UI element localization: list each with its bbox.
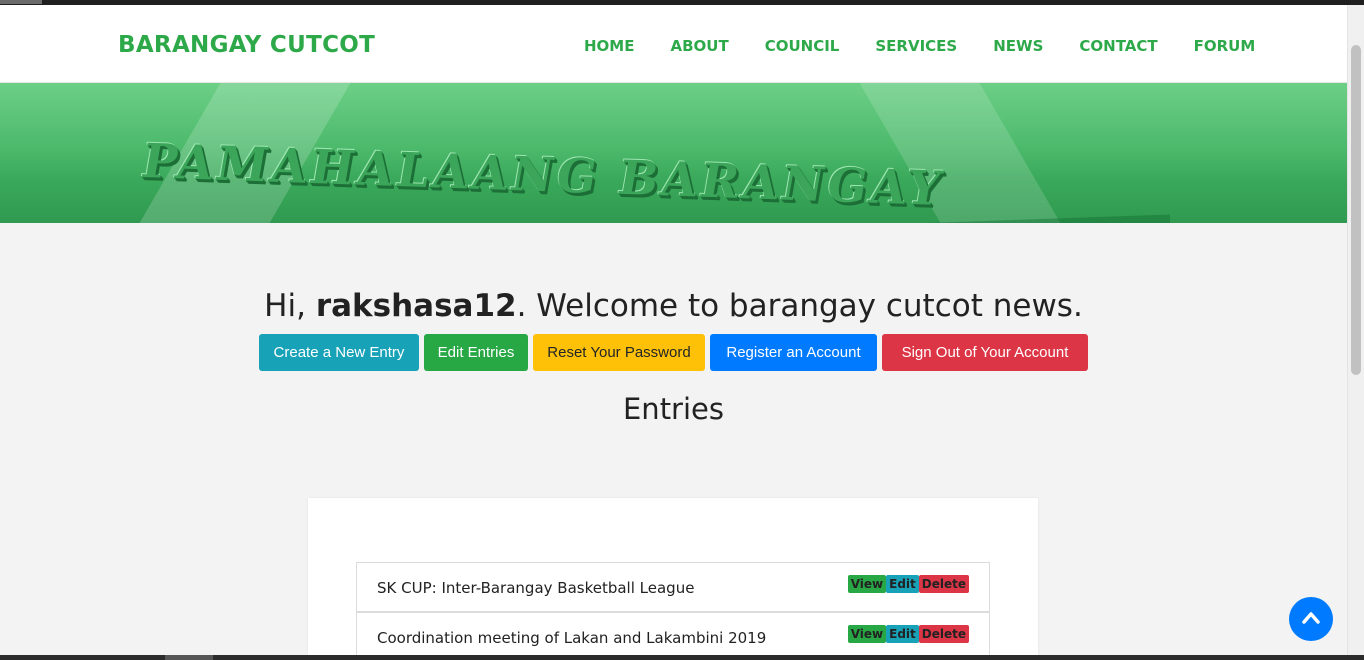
nav-home[interactable]: HOME <box>584 37 634 55</box>
list-item: SK CUP: Inter-Barangay Basketball League… <box>356 562 990 612</box>
edit-entries-button[interactable]: Edit Entries <box>424 334 528 371</box>
main-nav: HOME ABOUT COUNCIL SERVICES NEWS CONTACT… <box>584 37 1291 55</box>
entry-title: SK CUP: Inter-Barangay Basketball League <box>377 579 695 597</box>
scrollbar-thumb[interactable] <box>1351 45 1361 375</box>
entries-card: SK CUP: Inter-Barangay Basketball League… <box>308 498 1038 660</box>
entries-heading: Entries <box>622 392 724 426</box>
edit-button[interactable]: Edit <box>886 625 919 643</box>
scroll-to-top-button[interactable] <box>1289 597 1333 641</box>
entry-title: Coordination meeting of Lakan and Lakamb… <box>377 629 767 647</box>
welcome-heading: Hi, rakshasa12. Welcome to barangay cutc… <box>0 288 1347 324</box>
edit-button[interactable]: Edit <box>886 575 919 593</box>
page-scrollbar[interactable] <box>1347 5 1364 655</box>
nav-news[interactable]: NEWS <box>993 37 1043 55</box>
nav-about[interactable]: ABOUT <box>670 37 728 55</box>
sign-out-button[interactable]: Sign Out of Your Account <box>882 334 1088 371</box>
reset-password-button[interactable]: Reset Your Password <box>533 334 705 371</box>
nav-services[interactable]: SERVICES <box>875 37 957 55</box>
welcome-suffix: . Welcome to barangay cutcot news. <box>516 288 1083 324</box>
view-button[interactable]: View <box>847 575 887 593</box>
chevron-up-icon <box>1302 612 1320 624</box>
delete-button[interactable]: Delete <box>918 575 969 593</box>
entry-actions: View Edit Delete <box>847 625 969 643</box>
nav-council[interactable]: COUNCIL <box>765 37 840 55</box>
nav-contact[interactable]: CONTACT <box>1079 37 1157 55</box>
welcome-username: rakshasa12 <box>315 288 517 324</box>
welcome-prefix: Hi, <box>264 288 316 324</box>
list-item: Coordination meeting of Lakan and Lakamb… <box>356 612 990 660</box>
nav-forum[interactable]: FORUM <box>1194 37 1256 55</box>
entry-actions: View Edit Delete <box>847 575 969 593</box>
window-bottom-strip <box>0 655 1364 660</box>
navbar: BARANGAY CUTCOT HOME ABOUT COUNCIL SERVI… <box>0 5 1347 83</box>
view-button[interactable]: View <box>847 625 887 643</box>
register-account-button[interactable]: Register an Account <box>710 334 877 371</box>
brand-logo-text[interactable]: BARANGAY CUTCOT <box>118 32 375 58</box>
account-actions: Create a New Entry Edit Entries Reset Yo… <box>259 334 1088 371</box>
delete-button[interactable]: Delete <box>918 625 969 643</box>
window-bottom-segment <box>165 655 213 660</box>
create-entry-button[interactable]: Create a New Entry <box>259 334 419 371</box>
window-tab-indicator <box>0 0 42 4</box>
